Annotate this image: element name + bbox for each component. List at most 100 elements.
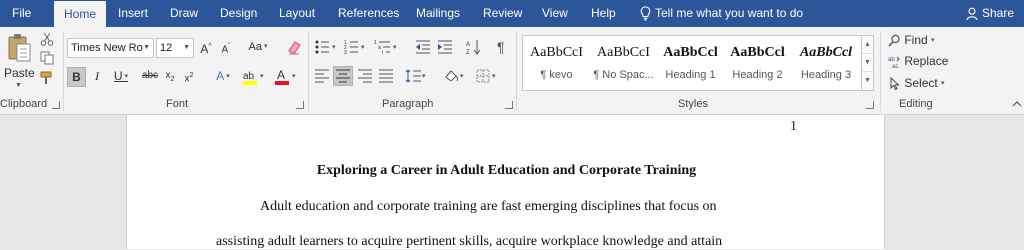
line-spacing-icon[interactable]: ▾ bbox=[405, 69, 427, 83]
tab-home[interactable]: Home bbox=[54, 1, 106, 27]
svg-text:A: A bbox=[277, 68, 285, 82]
document-title: Exploring a Career in Adult Education an… bbox=[316, 163, 697, 178]
font-dialog-launcher[interactable] bbox=[296, 101, 304, 109]
style-heading-1[interactable]: AaBbCcl Heading 1 bbox=[657, 36, 724, 90]
group-divider bbox=[63, 31, 64, 111]
styles-group-label: Styles bbox=[678, 98, 708, 110]
editing-group-label: Editing bbox=[899, 98, 933, 110]
style-preview: AaBbCcI bbox=[597, 45, 650, 60]
numbering-icon[interactable]: 1 2 3 ▾ bbox=[344, 40, 368, 54]
underline-button[interactable]: U ▾ bbox=[110, 67, 132, 87]
chevron-up-icon[interactable]: ▲ bbox=[862, 36, 873, 54]
tab-file[interactable]: File bbox=[12, 0, 31, 27]
shading-icon[interactable]: ▾ bbox=[443, 68, 467, 84]
tab-design[interactable]: Design bbox=[220, 0, 257, 27]
subscript-button[interactable]: x2 bbox=[163, 67, 177, 87]
font-name-combo[interactable]: Times New Ro ▼ bbox=[67, 38, 154, 58]
styles-dialog-launcher[interactable] bbox=[866, 101, 874, 109]
shrink-font-button[interactable]: Aˇ bbox=[219, 38, 233, 58]
group-divider bbox=[308, 31, 309, 111]
chevron-down-icon[interactable]: ▼ bbox=[862, 54, 873, 72]
chevron-down-icon: ▾ bbox=[931, 36, 935, 44]
italic-button[interactable]: I bbox=[90, 67, 104, 87]
bullets-icon[interactable]: ▾ bbox=[315, 40, 339, 54]
svg-text:ab: ab bbox=[888, 57, 895, 63]
replace-button[interactable]: ab ac Replace bbox=[888, 52, 948, 70]
tell-me-search[interactable]: Tell me what you want to do bbox=[640, 0, 803, 27]
svg-text:▾: ▾ bbox=[460, 73, 464, 80]
style-no-spacing[interactable]: AaBbCcI ¶ No Spac... bbox=[590, 36, 657, 90]
bold-button[interactable]: B bbox=[67, 67, 86, 87]
style-name: ¶ No Spac... bbox=[593, 69, 654, 81]
page-number: 1 bbox=[790, 119, 797, 134]
replace-label: Replace bbox=[904, 54, 949, 68]
tab-mailings[interactable]: Mailings bbox=[416, 0, 460, 27]
superscript-button[interactable]: x2 bbox=[182, 67, 196, 87]
style-preview: AaBbCcl bbox=[663, 45, 718, 60]
align-center-icon bbox=[336, 69, 350, 83]
multilevel-list-icon[interactable]: 1 a i ▾ bbox=[374, 40, 400, 54]
style-name: Heading 1 bbox=[665, 69, 716, 81]
format-painter-icon[interactable] bbox=[40, 71, 54, 85]
find-button[interactable]: Find ▾ bbox=[888, 31, 935, 49]
style-name: ¶ kevo bbox=[540, 69, 573, 81]
styles-gallery-scroll: ▲ ▼ ▼ bbox=[862, 35, 874, 91]
justify-icon[interactable] bbox=[379, 69, 393, 83]
sort-icon[interactable]: AZ bbox=[466, 39, 482, 55]
chevron-down-icon: ▾ bbox=[292, 73, 296, 80]
lightbulb-icon bbox=[640, 6, 651, 21]
chevron-down-icon: ▼ bbox=[183, 44, 190, 51]
paste-button[interactable]: Paste ▼ bbox=[2, 33, 35, 89]
show-formatting-marks-icon[interactable]: ¶ bbox=[497, 39, 505, 55]
increase-indent-icon[interactable] bbox=[437, 40, 453, 54]
styles-gallery: AaBbCcI ¶ kevo AaBbCcI ¶ No Spac... AaBb… bbox=[522, 35, 862, 91]
share-button[interactable]: Share bbox=[966, 0, 1014, 27]
font-size-combo[interactable]: 12 ▼ bbox=[156, 38, 194, 58]
svg-text:3: 3 bbox=[344, 50, 347, 54]
align-center-button[interactable] bbox=[333, 66, 353, 86]
grow-font-button[interactable]: A^ bbox=[198, 38, 214, 58]
select-button[interactable]: Select ▾ bbox=[888, 74, 945, 92]
copy-icon[interactable] bbox=[40, 51, 54, 65]
chevron-down-icon: ▼ bbox=[15, 82, 22, 89]
font-name-value: Times New Ro bbox=[71, 42, 143, 54]
decrease-indent-icon[interactable] bbox=[415, 40, 431, 54]
more-styles-icon[interactable]: ▼ bbox=[862, 72, 873, 90]
style-heading-3[interactable]: AaBbCcl Heading 3 bbox=[791, 36, 861, 90]
style-normal[interactable]: AaBbCcI ¶ kevo bbox=[523, 36, 590, 90]
find-label: Find bbox=[904, 33, 928, 47]
chevron-down-icon: ▾ bbox=[941, 79, 945, 87]
clipboard-dialog-launcher[interactable] bbox=[52, 101, 60, 109]
svg-text:▾: ▾ bbox=[422, 73, 426, 80]
paragraph-dialog-launcher[interactable] bbox=[505, 101, 513, 109]
tab-draw[interactable]: Draw bbox=[170, 0, 198, 27]
collapse-ribbon-chevron-up-icon[interactable] bbox=[1012, 100, 1022, 107]
borders-icon[interactable]: ▾ bbox=[476, 69, 500, 83]
svg-text:▾: ▾ bbox=[393, 44, 397, 51]
clipboard-icon bbox=[6, 33, 32, 63]
svg-text:A: A bbox=[466, 42, 470, 48]
clear-formatting-icon[interactable] bbox=[286, 39, 302, 55]
font-color-button[interactable]: A ▾ bbox=[274, 67, 302, 87]
style-preview: AaBbCcl bbox=[799, 45, 853, 60]
tab-insert[interactable]: Insert bbox=[118, 0, 148, 27]
paste-label: Paste bbox=[4, 66, 35, 80]
body-text-line: Adult education and corporate training a… bbox=[260, 199, 717, 214]
font-color-icon: A bbox=[274, 68, 290, 86]
strikethrough-button[interactable]: abc bbox=[140, 67, 160, 87]
change-case-button[interactable]: Aa ▾ bbox=[246, 38, 270, 58]
highlight-color-button[interactable]: ab ▾ bbox=[242, 67, 270, 87]
tab-layout[interactable]: Layout bbox=[279, 0, 315, 27]
tab-help[interactable]: Help bbox=[591, 0, 616, 27]
tab-view[interactable]: View bbox=[542, 0, 568, 27]
align-left-icon[interactable] bbox=[315, 69, 329, 83]
text-effects-button[interactable]: A ▾ bbox=[210, 67, 236, 87]
document-page[interactable]: 1 Exploring a Career in Adult Education … bbox=[126, 115, 885, 249]
cut-icon[interactable] bbox=[40, 32, 54, 46]
style-preview: AaBbCcI bbox=[530, 45, 583, 60]
tab-review[interactable]: Review bbox=[483, 0, 522, 27]
style-heading-2[interactable]: AaBbCcl Heading 2 bbox=[724, 36, 791, 90]
align-right-icon[interactable] bbox=[358, 69, 372, 83]
svg-text:i: i bbox=[382, 50, 383, 54]
tab-references[interactable]: References bbox=[338, 0, 399, 27]
